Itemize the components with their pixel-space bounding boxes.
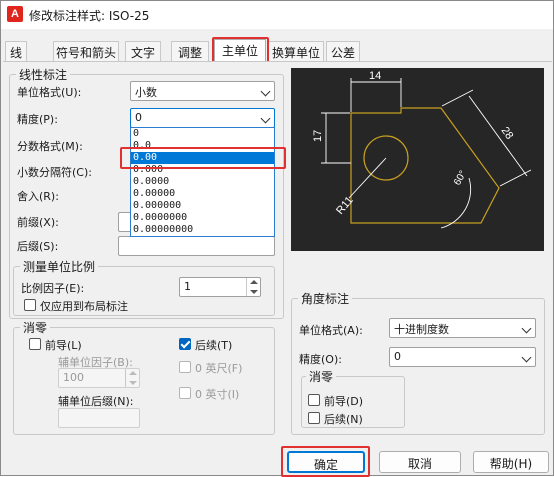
zero-inches-checkbox[interactable] [179,387,191,399]
precision-option[interactable]: 0.0 [131,140,274,152]
angular-trailing-checkbox[interactable] [308,412,320,424]
dim-17-text: 17 [312,130,324,142]
spin-up-icon[interactable] [250,280,258,284]
tab-symbols-arrows[interactable]: 符号和箭头 [53,41,119,61]
chevron-down-icon [260,86,271,97]
layout-only-label: 仅应用到布局标注 [40,300,128,313]
unit-format-value: 小数 [135,86,157,99]
trailing-zero-label: 后续(T) [195,339,233,352]
scale-factor-label: 比例因子(E): [21,282,85,295]
sub-unit-suffix-label: 辅单位后缀(N): [58,395,134,408]
title-bar: A 修改标注样式: ISO-25 [1,1,553,29]
zero-feet-label: 0 英尺(F) [195,362,243,375]
chevron-down-icon [260,113,271,124]
window-title: 修改标注样式: ISO-25 [29,9,150,23]
tab-strip: 线 符号和箭头 文字 调整 主单位 换算单位 公差 [1,39,553,61]
help-button[interactable]: 帮助(H) [473,451,549,473]
angular-unit-format-select[interactable]: 十进制度数 [389,318,536,338]
angular-precision-select[interactable]: 0 [389,347,536,367]
precision-select[interactable]: 0 [130,108,275,128]
angular-trailing-label: 后续(N) [324,413,363,426]
dim-r11-text: R11 [334,194,356,217]
zero-feet-checkbox[interactable] [179,361,191,373]
part-outline [350,107,500,224]
leading-zero-checkbox[interactable] [29,338,41,350]
sub-unit-factor-input[interactable]: 100 [58,368,140,388]
trailing-zero-checkbox[interactable] [179,338,191,350]
tab-primary-units[interactable]: 主单位 [214,39,266,61]
precision-option[interactable]: 0.000 [131,164,274,176]
dim-60-text: 60° [452,169,469,188]
preview-geometry [350,107,500,224]
sub-factor-spinner[interactable] [125,369,139,387]
suffix-label: 后缀(S): [17,240,59,253]
cancel-button[interactable]: 取消 [379,451,461,473]
dimension-preview: 14 17 28 60° R11 [291,68,544,251]
tab-tolerances[interactable]: 公差 [326,41,360,61]
scale-factor-spinner[interactable] [246,278,260,296]
prefix-label: 前缀(X): [17,216,59,229]
precision-value: 0 [135,111,142,124]
tab-lines[interactable]: 线 [5,41,27,61]
dim-14-text: 14 [369,70,381,82]
spin-down-icon[interactable] [129,381,137,385]
suffix-input[interactable] [118,236,275,256]
ok-button[interactable]: 确定 [287,451,365,473]
zero-legend: 消零 [20,319,51,336]
chevron-down-icon [521,323,532,334]
zero-inches-label: 0 英寸(I) [195,388,240,401]
chevron-down-icon [521,352,532,363]
scale-factor-input[interactable]: 1 [179,277,261,297]
sub-unit-suffix-input[interactable] [58,408,140,428]
precision-option[interactable]: 0 [131,128,274,140]
linear-legend: 线性标注 [16,66,71,83]
spin-up-icon[interactable] [129,371,137,375]
angular-leading-label: 前导(D) [324,395,364,408]
angular-unit-format-value: 十进制度数 [394,323,449,336]
precision-option[interactable]: 0.00000 [131,188,274,200]
unit-format-select[interactable]: 小数 [130,81,275,101]
angular-precision-value: 0 [394,350,401,363]
precision-label: 精度(P): [17,113,58,126]
round-off-label: 舍入(R): [17,190,59,203]
autocad-logo-icon: A [7,6,23,22]
angular-unit-format-label: 单位格式(A): [299,324,363,337]
sub-unit-factor-value: 100 [63,371,84,384]
precision-option[interactable]: 0.00000000 [131,224,274,236]
precision-option[interactable]: 0.0000000 [131,212,274,224]
angular-zero-legend: 消零 [306,368,337,385]
precision-option-selected[interactable]: 0.00 [131,152,274,164]
fraction-format-label: 分数格式(M): [17,140,83,153]
dimension-style-dialog: A 修改标注样式: ISO-25 线 符号和箭头 文字 调整 主单位 换算单位 … [0,0,554,477]
unit-format-label: 单位格式(U): [17,86,82,99]
scale-legend: 测量单位比例 [20,258,99,275]
preview-drawing: 14 17 28 60° R11 [312,70,532,229]
leading-zero-label: 前导(L) [45,339,82,352]
angular-legend: 角度标注 [298,290,353,307]
precision-option[interactable]: 0.0000 [131,176,274,188]
precision-option[interactable]: 0.000000 [131,200,274,212]
spin-down-icon[interactable] [250,290,258,294]
layout-only-checkbox[interactable] [24,299,36,311]
angular-precision-label: 精度(O): [299,353,342,366]
precision-dropdown-list[interactable]: 0 0.0 0.00 0.000 0.0000 0.00000 0.000000… [130,127,275,237]
tab-fit[interactable]: 调整 [171,41,209,61]
tab-text[interactable]: 文字 [125,41,161,61]
scale-factor-value: 1 [184,280,191,293]
dim-28-text: 28 [499,125,516,142]
decimal-separator-label: 小数分隔符(C): [17,166,92,179]
tab-alternate-units[interactable]: 换算单位 [268,41,324,61]
angular-leading-checkbox[interactable] [308,394,320,406]
